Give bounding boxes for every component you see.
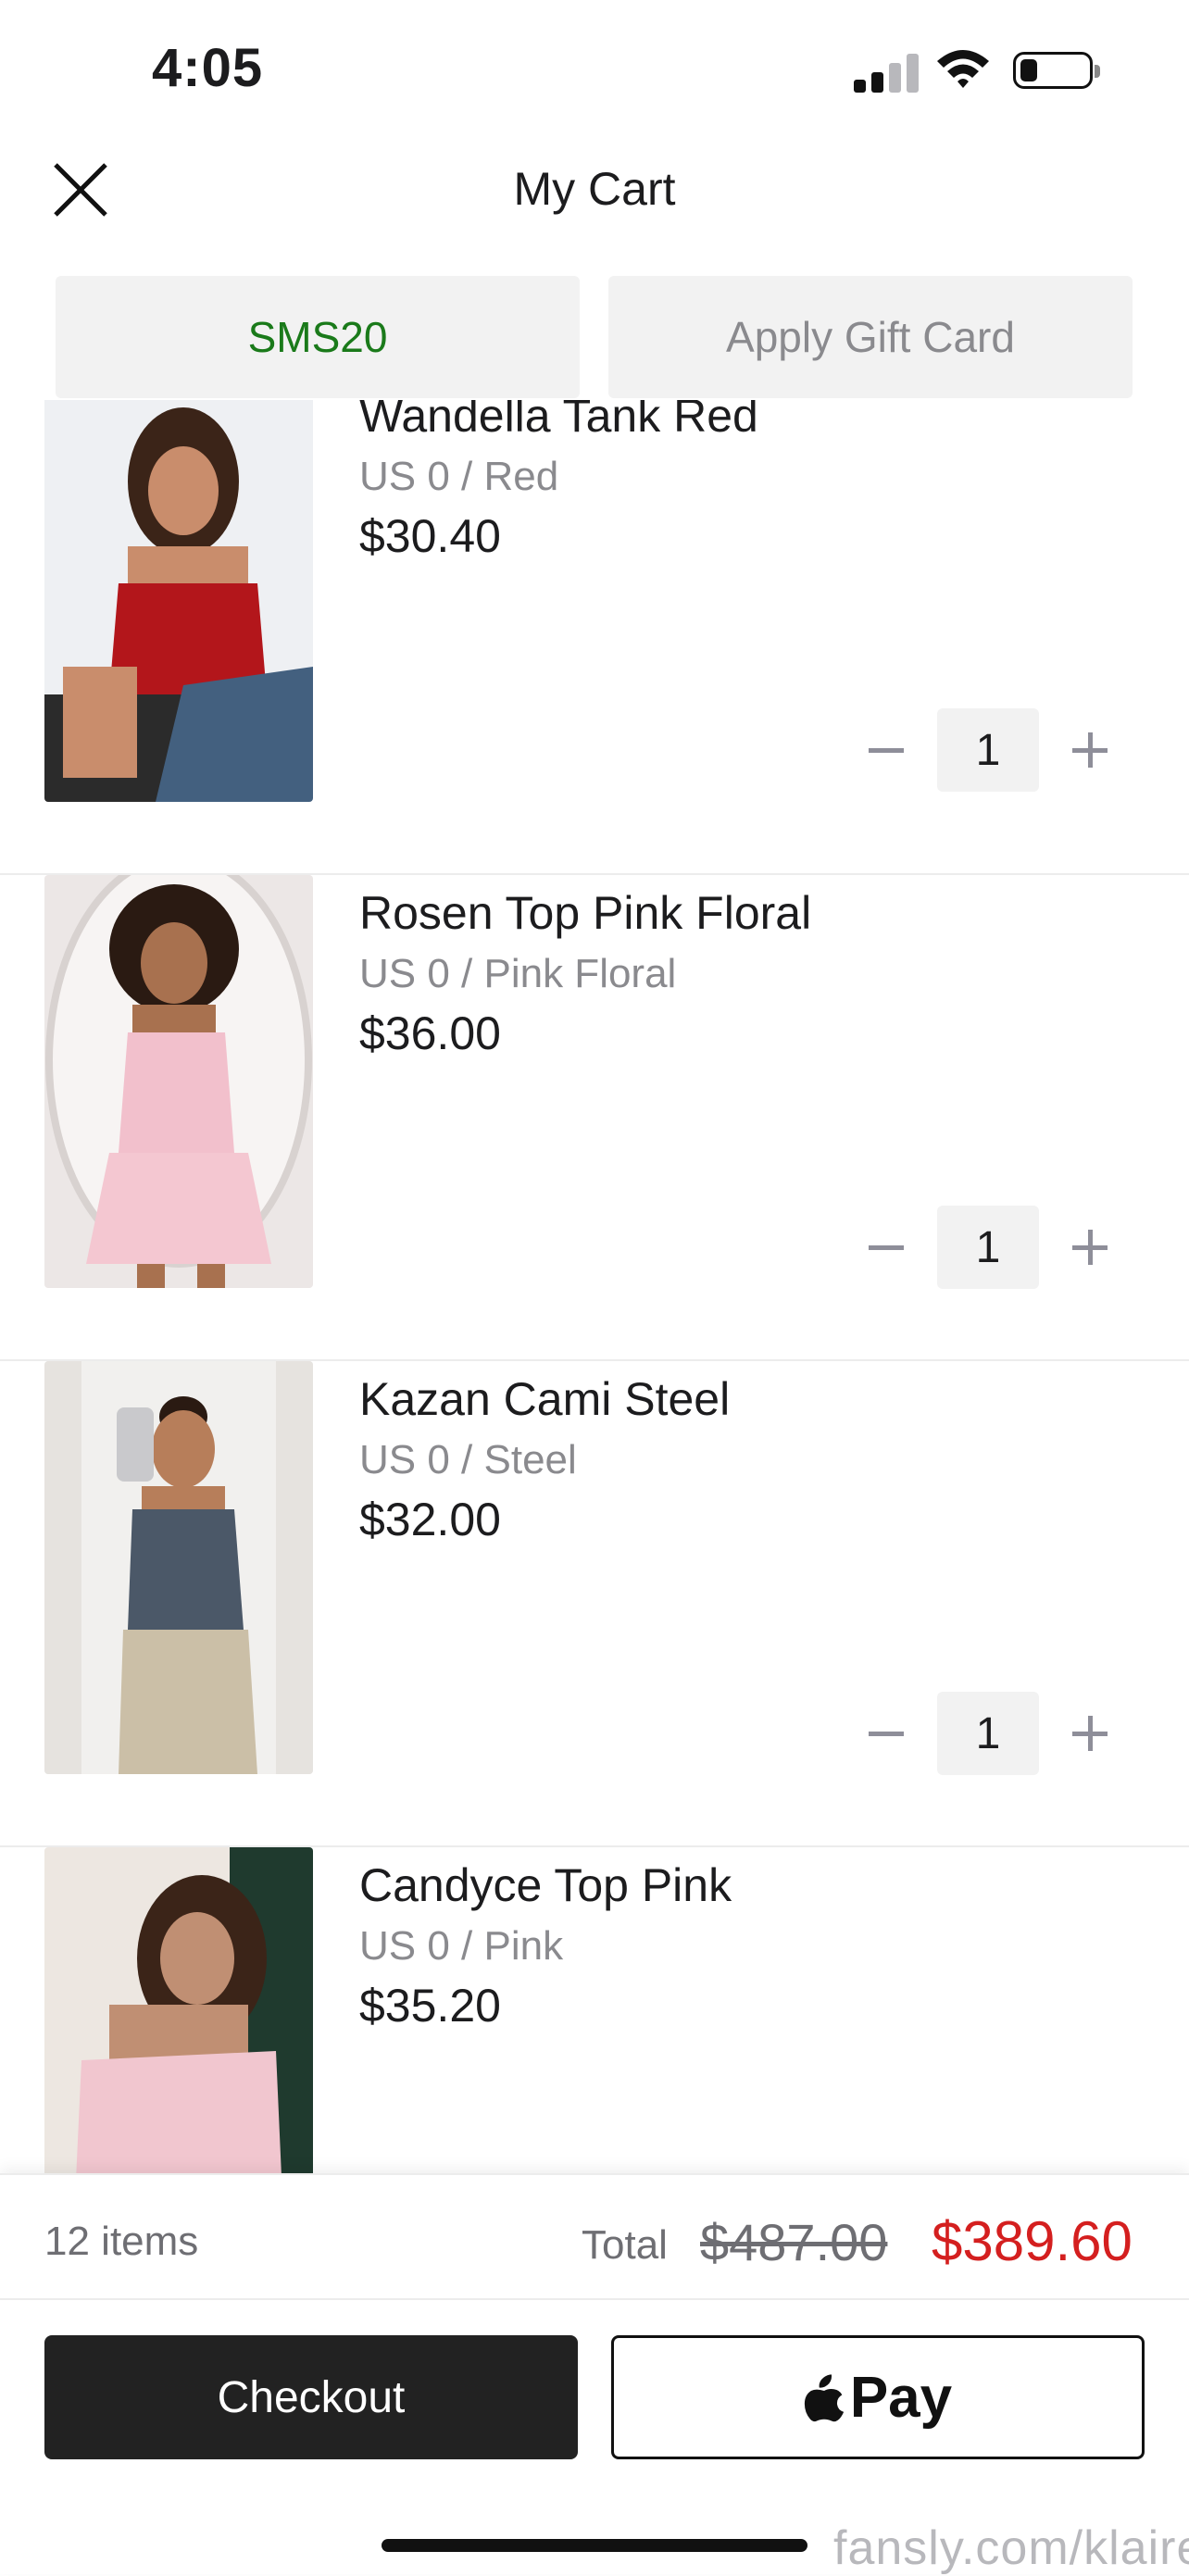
gift-card-label: Apply Gift Card [726,313,1015,361]
wifi-icon [933,44,993,91]
cart-item: Kazan Cami Steel US 0 / Steel $32.00 1 [0,1361,1189,1847]
cart-item-list[interactable]: Wandella Tank Red US 0 / Red $30.40 1 Ro… [0,400,1189,2173]
decrease-quantity-button[interactable] [854,1701,919,1766]
total-label: Total [582,2222,668,2268]
apple-pay-button[interactable]: Pay [611,2335,1145,2459]
battery-icon [1013,52,1100,89]
promo-code-button[interactable]: SMS20 [56,276,580,398]
product-variant: US 0 / Steel [359,1437,577,1482]
decrease-quantity-button[interactable] [854,718,919,782]
checkout-label: Checkout [217,2372,406,2422]
product-variant: US 0 / Red [359,454,559,499]
apple-logo-icon [804,2374,844,2422]
decrease-quantity-button[interactable] [854,1215,919,1280]
page-title: My Cart [513,163,676,215]
apple-pay-label: Pay [849,2365,953,2430]
product-image[interactable] [44,1847,313,2173]
product-price: $30.40 [359,510,501,562]
watermark: fansly.com/klaire [833,2521,1189,2575]
item-count: 12 items [44,2219,199,2264]
cart-item: Candyce Top Pink US 0 / Pink $35.20 [0,1847,1189,2173]
quantity-value: 1 [937,708,1039,792]
product-image[interactable] [44,400,313,802]
quantity-value: 1 [937,1692,1039,1775]
product-name[interactable]: Kazan Cami Steel [359,1372,730,1426]
summary-divider [0,2298,1189,2300]
cellular-signal-icon [854,52,919,93]
cart-item: Wandella Tank Red US 0 / Red $30.40 1 [0,400,1189,875]
product-name[interactable]: Candyce Top Pink [359,1858,732,1912]
home-indicator[interactable] [382,2539,807,2552]
product-price: $36.00 [359,1007,501,1059]
increase-quantity-button[interactable] [1058,718,1122,782]
product-price: $35.20 [359,1980,501,2032]
apply-gift-card-button[interactable]: Apply Gift Card [608,276,1133,398]
product-price: $32.00 [359,1494,501,1545]
product-image[interactable] [44,875,313,1288]
increase-quantity-button[interactable] [1058,1701,1122,1766]
promo-code-label: SMS20 [247,313,388,361]
increase-quantity-button[interactable] [1058,1215,1122,1280]
quantity-value: 1 [937,1206,1039,1289]
product-name[interactable]: Wandella Tank Red [359,400,758,443]
discounted-total: $389.60 [932,2210,1133,2272]
product-variant: US 0 / Pink Floral [359,951,677,996]
checkout-button[interactable]: Checkout [44,2335,578,2459]
status-time: 4:05 [152,38,264,98]
product-name[interactable]: Rosen Top Pink Floral [359,886,811,940]
product-image[interactable] [44,1361,313,1774]
original-total: $487.00 [700,2213,888,2271]
product-variant: US 0 / Pink [359,1923,564,1969]
cart-item: Rosen Top Pink Floral US 0 / Pink Floral… [0,875,1189,1361]
